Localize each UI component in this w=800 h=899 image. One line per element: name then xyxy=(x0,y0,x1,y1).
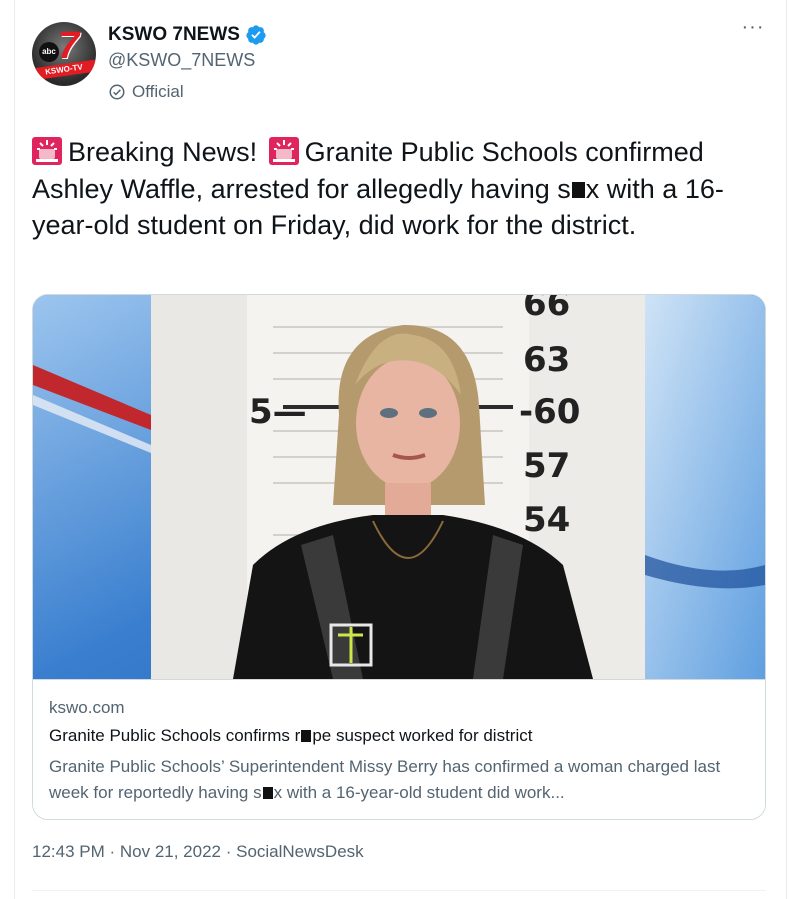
card-desc-end: x with a 16-year-old student did work... xyxy=(273,783,565,802)
tweet-text-breaking: Breaking News! xyxy=(68,137,258,167)
censor-block xyxy=(262,787,273,799)
divider xyxy=(32,890,766,891)
page-border-right xyxy=(786,0,787,899)
avatar[interactable]: abc 7 KSWO-TV xyxy=(32,22,96,86)
height-mark-57: 57 xyxy=(523,446,570,486)
mugshot-image: 66 63 -60 57 54 5— xyxy=(33,295,765,679)
card-image[interactable]: 66 63 -60 57 54 5— xyxy=(33,295,765,679)
avatar-abc-logo: abc xyxy=(39,42,59,62)
card-description: Granite Public Schools’ Superintendent M… xyxy=(49,754,749,806)
link-card[interactable]: 66 63 -60 57 54 5— kswo.com Granite Publ… xyxy=(32,294,766,820)
author-handle[interactable]: @KSWO_7NEWS xyxy=(108,50,255,71)
author-display-name[interactable]: KSWO 7NEWS xyxy=(108,24,240,46)
official-check-icon xyxy=(109,84,125,100)
official-text: Official xyxy=(132,82,184,101)
author-name-row[interactable]: KSWO 7NEWS xyxy=(108,22,267,48)
police-siren-icon xyxy=(32,137,62,165)
more-options-icon[interactable]: ··· xyxy=(738,17,768,44)
avatar-seven-logo: 7 xyxy=(58,25,80,67)
tweet[interactable]: abc 7 KSWO-TV KSWO 7NEWS @KSWO_7NEWS Off… xyxy=(32,17,768,891)
censor-block xyxy=(301,730,312,742)
police-siren-icon xyxy=(268,137,299,165)
height-mark-63: 63 xyxy=(523,340,570,380)
official-label: Official xyxy=(108,82,184,102)
height-mark-66: 66 xyxy=(523,295,570,324)
card-title-start: Granite Public Schools confirms r xyxy=(49,726,301,745)
card-meta[interactable]: kswo.com Granite Public Schools confirms… xyxy=(33,679,765,819)
page-border-left xyxy=(14,0,15,899)
card-domain: kswo.com xyxy=(49,698,125,717)
tweet-header: abc 7 KSWO-TV KSWO 7NEWS @KSWO_7NEWS Off… xyxy=(32,17,768,116)
height-mark-5: 5— xyxy=(249,392,307,432)
card-title: Granite Public Schools confirms r pe susp… xyxy=(49,726,532,746)
verified-badge-icon xyxy=(246,25,266,45)
card-title-end: pe suspect worked for district xyxy=(312,726,533,745)
height-mark-54: 54 xyxy=(523,500,570,540)
tweet-text: Breaking News! Granite Public Schools co… xyxy=(32,134,762,244)
height-mark-60: -60 xyxy=(519,392,580,432)
censor-block xyxy=(571,181,585,198)
tweet-timestamp[interactable]: 12:43 PM · Nov 21, 2022 · SocialNewsDesk xyxy=(32,842,364,862)
